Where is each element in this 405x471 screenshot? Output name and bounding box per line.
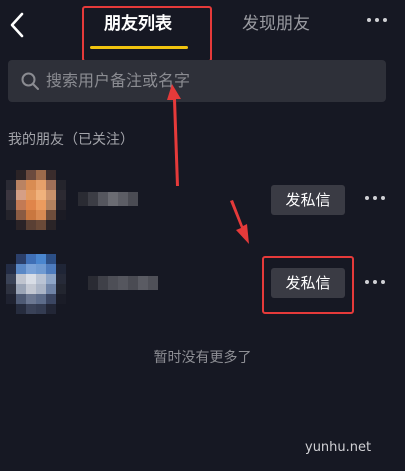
arrow-down-icon — [230, 200, 249, 244]
watermark: yunhu.net — [305, 440, 372, 455]
annotation-arrows — [167, 84, 249, 244]
arrow-up-icon — [167, 84, 181, 186]
